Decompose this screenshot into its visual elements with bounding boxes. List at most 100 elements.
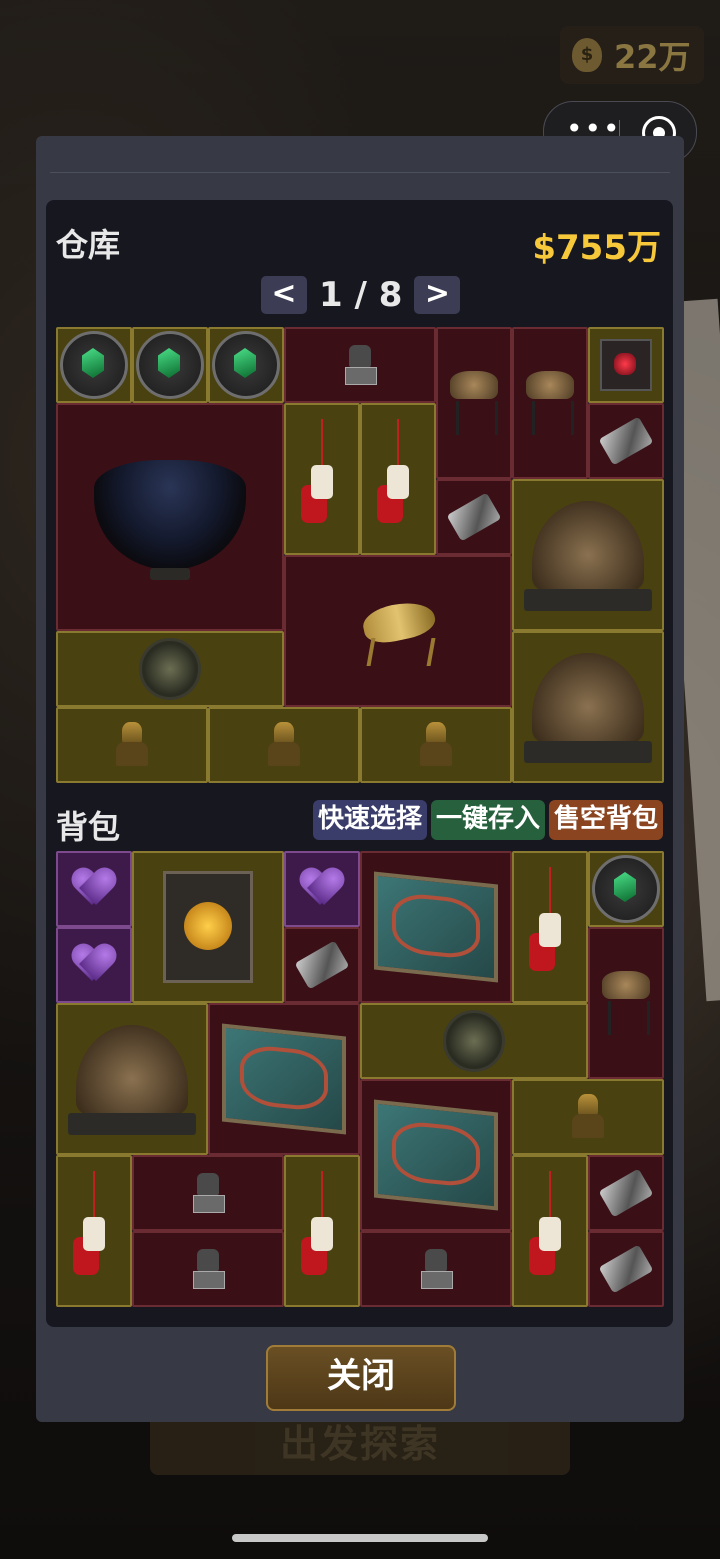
warehouse-slot[interactable] — [360, 707, 512, 783]
warehouse-pager: < 1 / 8 > — [261, 275, 461, 315]
backpack-slot[interactable] — [588, 1155, 664, 1231]
modal-divider — [50, 172, 670, 173]
dragon-panel-icon — [222, 1023, 346, 1135]
stone-seal-icon — [419, 1249, 453, 1289]
stone-seal-icon — [191, 1173, 225, 1213]
backpack-grid — [56, 851, 664, 1307]
dragon-panel-icon — [374, 1099, 498, 1211]
coin-balance: 22万 — [560, 26, 704, 84]
jeweled-crown-icon — [524, 491, 652, 619]
warehouse-total-value: $755万 — [532, 228, 661, 268]
backpack-slot[interactable] — [512, 851, 588, 1003]
golden-relic-icon — [163, 871, 253, 983]
turtle-shell-icon — [139, 638, 201, 700]
stone-seal-icon — [191, 1249, 225, 1289]
backpack-slot[interactable] — [56, 1155, 132, 1307]
crown-on-stand-icon — [594, 967, 658, 1039]
warehouse-slot[interactable] — [208, 327, 284, 403]
golden-statue-icon — [416, 722, 456, 768]
warehouse-slot[interactable] — [56, 631, 284, 707]
warehouse-slot[interactable] — [284, 403, 360, 555]
quick-select-button[interactable]: 快速选择 — [312, 800, 427, 840]
page-indicator: 1 / 8 — [319, 275, 403, 315]
store-all-button[interactable]: 一键存入 — [430, 800, 545, 840]
jade-pendant-icon — [297, 419, 347, 539]
metal-scrap-icon — [294, 940, 350, 990]
backpack-slot[interactable] — [512, 1079, 664, 1155]
metal-scrap-icon — [446, 492, 502, 542]
warehouse-slot[interactable] — [56, 403, 284, 631]
backpack-slot[interactable] — [284, 851, 360, 927]
turtle-shell-icon — [443, 1010, 505, 1072]
jade-pendant-icon — [373, 419, 423, 539]
golden-statue-icon — [264, 722, 304, 768]
backpack-slot[interactable] — [360, 851, 512, 1003]
warehouse-slot[interactable] — [56, 707, 208, 783]
warehouse-slot[interactable] — [284, 327, 436, 403]
warehouse-slot[interactable] — [436, 479, 512, 555]
backpack-slot[interactable] — [56, 851, 132, 927]
crown-on-stand-icon — [442, 367, 506, 439]
jade-pendant-icon — [69, 1171, 119, 1291]
crown-on-stand-icon — [518, 367, 582, 439]
backpack-slot[interactable] — [360, 1231, 512, 1307]
warehouse-grid — [56, 327, 664, 783]
starry-bowl-icon — [94, 450, 246, 584]
warehouse-slot[interactable] — [512, 327, 588, 479]
jeweled-crown-icon — [68, 1015, 196, 1143]
prev-page-button[interactable]: < — [261, 276, 307, 314]
backpack-slot[interactable] — [132, 1231, 284, 1307]
metal-scrap-icon — [598, 1168, 654, 1218]
backpack-slot[interactable] — [360, 1003, 588, 1079]
jade-pendant-icon — [525, 867, 575, 987]
backpack-slot[interactable] — [360, 1079, 512, 1231]
backpack-title: 背包 — [56, 808, 121, 846]
warehouse-slot[interactable] — [588, 403, 664, 479]
backpack-slot[interactable] — [56, 1003, 208, 1155]
red-gem-icon — [600, 339, 652, 391]
warehouse-slot[interactable] — [208, 707, 360, 783]
inventory-modal: 仓库 $755万 < 1 / 8 > 背包 快速选择 一键存入 售空背包 关闭 — [36, 136, 684, 1422]
inventory-panel: 仓库 $755万 < 1 / 8 > 背包 快速选择 一键存入 售空背包 — [46, 200, 673, 1327]
backpack-slot[interactable] — [132, 1155, 284, 1231]
warehouse-slot[interactable] — [132, 327, 208, 403]
warehouse-slot[interactable] — [512, 479, 664, 631]
backpack-slot[interactable] — [208, 1003, 360, 1155]
coin-amount: 22万 — [614, 38, 691, 76]
warehouse-slot[interactable] — [360, 403, 436, 555]
stone-seal-icon — [343, 345, 377, 385]
warehouse-slot[interactable] — [56, 327, 132, 403]
dragon-panel-icon — [374, 871, 498, 983]
backpack-slot[interactable] — [588, 1231, 664, 1307]
backpack-slot[interactable] — [56, 927, 132, 1003]
green-gem-medallion-icon — [592, 855, 660, 923]
backpack-slot[interactable] — [512, 1155, 588, 1307]
jade-pendant-icon — [297, 1171, 347, 1291]
metal-scrap-icon — [598, 1244, 654, 1294]
green-gem-medallion-icon — [60, 331, 128, 399]
next-page-button[interactable]: > — [414, 276, 461, 314]
golden-statue-icon — [568, 1094, 608, 1140]
warehouse-slot[interactable] — [512, 631, 664, 783]
backpack-slot[interactable] — [284, 927, 360, 1003]
green-gem-medallion-icon — [212, 331, 280, 399]
warehouse-slot[interactable] — [436, 327, 512, 479]
warehouse-title: 仓库 — [56, 226, 121, 264]
warehouse-slot[interactable] — [284, 555, 512, 707]
purple-heart-icon — [300, 869, 344, 909]
close-button[interactable]: 关闭 — [266, 1345, 456, 1411]
backpack-actions: 快速选择 一键存入 售空背包 — [312, 800, 663, 840]
purple-heart-icon — [72, 869, 116, 909]
warehouse-slot[interactable] — [588, 327, 664, 403]
jade-pendant-icon — [525, 1171, 575, 1291]
golden-statue-icon — [112, 722, 152, 768]
home-indicator — [232, 1534, 488, 1542]
backpack-slot[interactable] — [588, 927, 664, 1079]
backpack-slot[interactable] — [132, 851, 284, 1003]
backpack-slot[interactable] — [284, 1155, 360, 1307]
metal-scrap-icon — [598, 416, 654, 466]
backpack-slot[interactable] — [588, 851, 664, 927]
money-bag-icon — [572, 38, 602, 72]
bronze-horse-icon — [353, 586, 443, 676]
sell-all-button[interactable]: 售空背包 — [548, 800, 663, 840]
